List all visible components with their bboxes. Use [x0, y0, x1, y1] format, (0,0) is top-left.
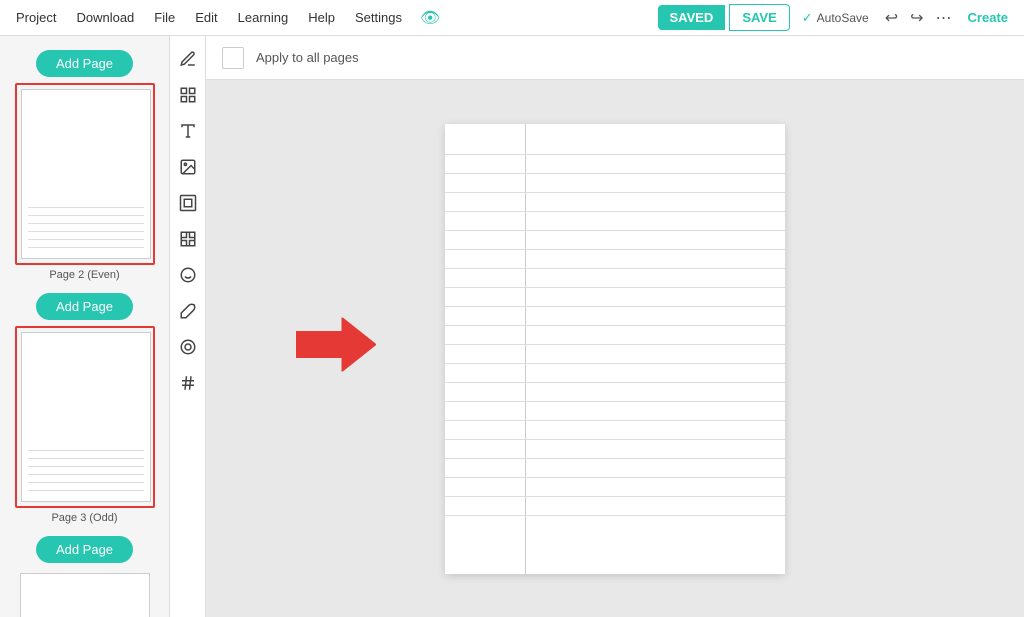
add-page-bottom-button[interactable]: Add Page	[36, 536, 133, 563]
canvas-h-line	[445, 344, 785, 345]
autosave-container: ✓ AutoSave	[802, 10, 869, 26]
page4-thumb	[20, 573, 150, 617]
brush-tool-icon[interactable]	[173, 296, 203, 326]
thumb-line	[28, 223, 144, 224]
canvas-h-line	[445, 458, 785, 459]
text-tool-icon[interactable]	[173, 116, 203, 146]
thumb-line	[28, 231, 144, 232]
canvas-h-line	[445, 230, 785, 231]
canvas-h-line	[445, 515, 785, 516]
create-button[interactable]: Create	[960, 6, 1016, 29]
canvas-h-line	[445, 477, 785, 478]
canvas-h-line	[445, 306, 785, 307]
thumb-line	[28, 215, 144, 216]
apply-checkbox[interactable]	[222, 47, 244, 69]
canvas-h-line	[445, 496, 785, 497]
redo-button[interactable]: ↪	[906, 6, 927, 30]
thumb-line	[28, 466, 144, 467]
thumb-line	[28, 482, 144, 483]
canvas-page[interactable]	[445, 124, 785, 574]
thumb-line	[28, 239, 144, 240]
page3-container[interactable]: Page 3 (Odd)	[15, 326, 155, 530]
main-layout: Add Page Page 2 (Even) Add Page	[0, 36, 1024, 617]
page2-lines	[28, 207, 144, 248]
undo-redo-group: ↩ ↪ ⋯	[881, 6, 956, 30]
arrow-indicator	[296, 317, 376, 380]
image-tool-icon[interactable]	[173, 152, 203, 182]
canvas-h-line	[445, 154, 785, 155]
elements-tool-icon[interactable]	[173, 80, 203, 110]
autosave-label: AutoSave	[817, 11, 869, 25]
page2-thumb	[21, 89, 151, 259]
page3-lines	[28, 450, 144, 491]
edit-tool-icon[interactable]	[173, 44, 203, 74]
page3-label: Page 3 (Odd)	[51, 512, 117, 524]
thumb-line	[28, 490, 144, 491]
nav-settings[interactable]: Settings	[347, 6, 410, 29]
saved-button[interactable]: SAVED	[658, 5, 726, 30]
mask-tool-icon[interactable]	[173, 260, 203, 290]
page2-container[interactable]: Page 2 (Even)	[15, 83, 155, 287]
page4-container[interactable]	[15, 573, 155, 617]
page3-thumb	[21, 332, 151, 502]
canvas-h-line	[445, 325, 785, 326]
add-page-middle-button[interactable]: Add Page	[36, 293, 133, 320]
canvas-h-line	[445, 192, 785, 193]
save-button[interactable]: SAVE	[729, 4, 789, 31]
canvas-h-line	[445, 401, 785, 402]
filter-tool-icon[interactable]	[173, 332, 203, 362]
thumb-line	[28, 207, 144, 208]
top-nav: Project Download File Edit Learning Help…	[0, 0, 1024, 36]
nav-file[interactable]: File	[146, 6, 183, 29]
canvas-h-line	[445, 249, 785, 250]
page2-label: Page 2 (Even)	[49, 269, 119, 281]
apply-bar: Apply to all pages	[206, 36, 1024, 80]
canvas-h-line	[445, 287, 785, 288]
canvas-h-line	[445, 363, 785, 364]
nav-edit[interactable]: Edit	[187, 6, 225, 29]
page3-border	[15, 326, 155, 508]
apply-label: Apply to all pages	[256, 50, 359, 65]
undo-button[interactable]: ↩	[881, 6, 902, 30]
page2-border	[15, 83, 155, 265]
thumb-line	[28, 247, 144, 248]
thumb-line	[28, 458, 144, 459]
canvas-h-line	[445, 211, 785, 212]
canvas-h-line	[445, 420, 785, 421]
nav-help[interactable]: Help	[300, 6, 343, 29]
left-panel: Add Page Page 2 (Even) Add Page	[0, 36, 170, 617]
more-options-button[interactable]: ⋯	[932, 6, 956, 30]
preview-button[interactable]: 👁	[414, 6, 446, 30]
canvas-area[interactable]	[206, 80, 1024, 617]
thumb-line	[28, 474, 144, 475]
grid-tool-icon[interactable]	[173, 224, 203, 254]
content-area: Apply to all pages	[206, 36, 1024, 617]
nav-download[interactable]: Download	[68, 6, 142, 29]
canvas-h-line	[445, 382, 785, 383]
nav-project[interactable]: Project	[8, 6, 64, 29]
hashtag-tool-icon[interactable]	[173, 368, 203, 398]
add-page-top-button[interactable]: Add Page	[36, 50, 133, 77]
canvas-h-lines	[445, 154, 785, 516]
canvas-h-line	[445, 268, 785, 269]
autosave-check-icon: ✓	[802, 10, 813, 26]
thumb-line	[28, 450, 144, 451]
canvas-h-line	[445, 173, 785, 174]
icon-toolbar	[170, 36, 206, 617]
canvas-h-line	[445, 439, 785, 440]
nav-learning[interactable]: Learning	[230, 6, 297, 29]
frame-tool-icon[interactable]	[173, 188, 203, 218]
